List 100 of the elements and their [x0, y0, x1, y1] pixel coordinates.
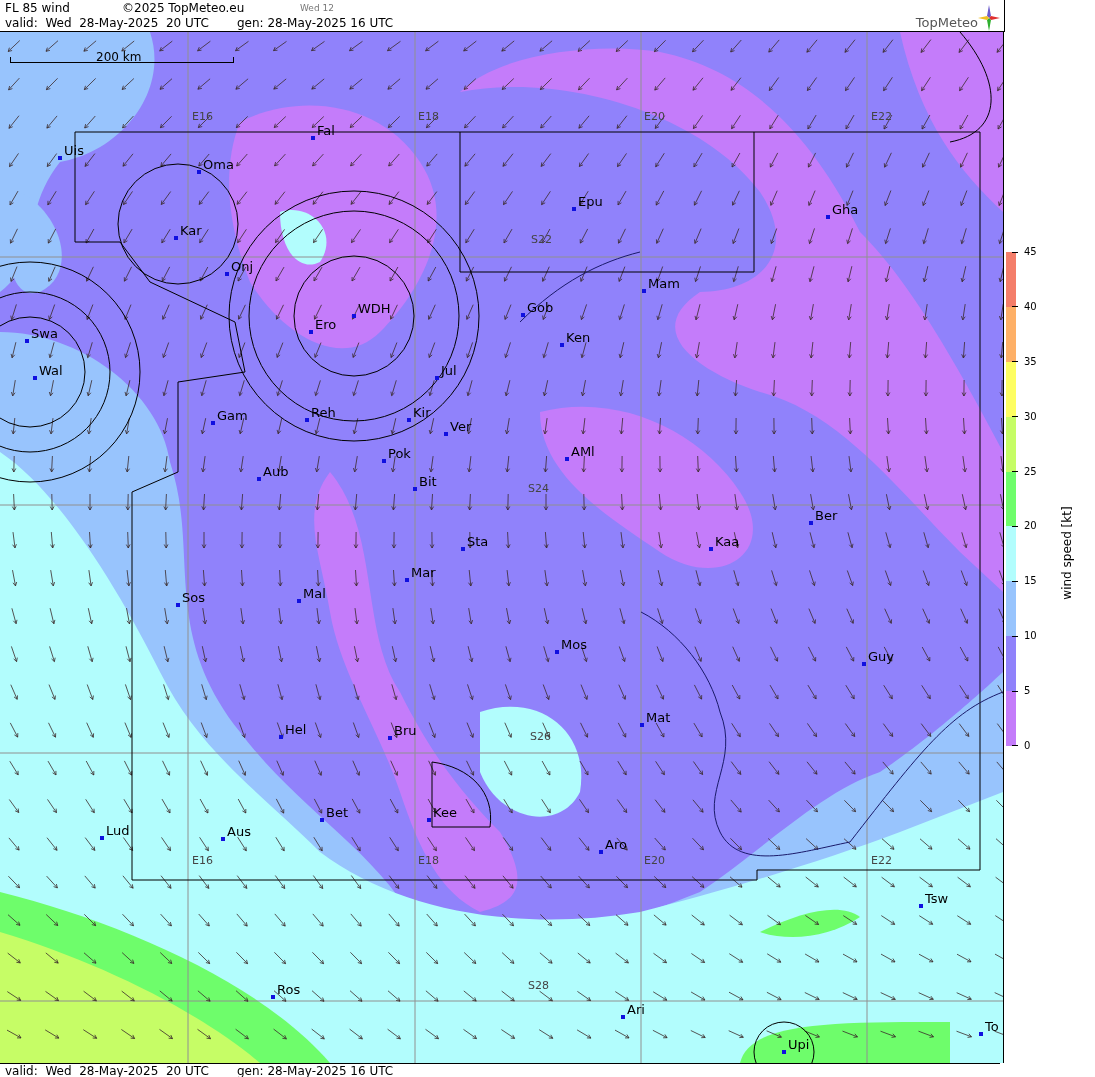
place-label: Kaa	[715, 535, 740, 549]
place-marker	[979, 1032, 983, 1036]
place-label: Kar	[180, 224, 202, 238]
valid-time: valid: Wed 28-May-2025 20 UTC	[5, 15, 210, 30]
place-marker	[435, 376, 439, 380]
place-marker	[405, 578, 409, 582]
place-marker	[211, 421, 215, 425]
place-marker	[640, 723, 644, 727]
place-marker	[407, 418, 411, 422]
place-label: Mam	[648, 277, 680, 291]
place-label: Jul	[441, 364, 457, 378]
generated-time: gen: 28-May-2025 16 UTC	[237, 15, 394, 30]
place-marker	[560, 343, 564, 347]
place-marker	[919, 904, 923, 908]
place-label: Ken	[566, 331, 591, 345]
place-label: Fal	[317, 124, 335, 138]
tick-mark	[1012, 416, 1018, 418]
place-label: Ver	[450, 420, 472, 434]
place-marker	[174, 236, 178, 240]
tick-label: 30	[1024, 410, 1037, 423]
place-marker	[862, 662, 866, 666]
place-label: Sos	[182, 591, 205, 605]
tick-label: 40	[1024, 300, 1037, 313]
tick-label: 45	[1024, 246, 1037, 258]
place-marker	[599, 850, 603, 854]
place-label: Wal	[39, 364, 63, 378]
tick-label: 20	[1024, 520, 1037, 533]
map-title: FL 85 wind	[5, 0, 71, 15]
grid-label: E22	[871, 111, 892, 123]
place-label: Kee	[433, 806, 457, 820]
place-label: Kir	[413, 406, 431, 420]
place-label: Aub	[263, 465, 289, 479]
place-label: Aro	[605, 838, 627, 852]
day-label: Wed 12	[300, 2, 334, 13]
place-marker	[782, 1050, 786, 1054]
place-label: Epu	[578, 195, 603, 209]
place-marker	[197, 170, 201, 174]
place-marker	[58, 156, 62, 160]
place-marker	[826, 215, 830, 219]
tick-mark	[1012, 361, 1018, 363]
place-label: Reh	[311, 406, 336, 420]
place-label: Oma	[203, 158, 234, 172]
place-label: WDH	[358, 302, 391, 316]
place-label: Pok	[388, 447, 411, 461]
place-label: Aus	[227, 825, 251, 839]
tick-label: 10	[1024, 630, 1037, 643]
grid-label: E20	[644, 111, 665, 123]
place-marker	[565, 457, 569, 461]
grid-label: S24	[528, 483, 549, 495]
place-label: Mar	[411, 566, 436, 580]
place-marker	[809, 521, 813, 525]
place-label: Mal	[303, 587, 326, 601]
place-label: Gha	[832, 203, 859, 217]
place-marker	[521, 313, 525, 317]
place-marker	[382, 459, 386, 463]
tick-label: 0	[1024, 739, 1031, 752]
place-label: Ber	[815, 509, 838, 523]
grid-label: E22	[871, 855, 892, 867]
place-marker	[311, 136, 315, 140]
place-label: Swa	[31, 327, 58, 341]
tick-mark	[1012, 580, 1018, 582]
logo-text: TopMeteo	[915, 15, 978, 30]
place-label: Uis	[64, 144, 84, 158]
place-marker	[221, 837, 225, 841]
legend-title: wind speed [kt]	[1059, 506, 1074, 600]
place-marker	[572, 207, 576, 211]
place-label: Bru	[394, 724, 417, 738]
compass-star-icon	[978, 5, 1000, 31]
place-label: Lud	[106, 824, 130, 838]
tick-mark	[1012, 745, 1018, 747]
place-label: Gam	[217, 409, 248, 423]
valid-time: valid: Wed 28-May-2025 20 UTC	[5, 1063, 210, 1077]
place-marker	[444, 432, 448, 436]
place-label: Ros	[277, 983, 301, 997]
place-label: AMl	[571, 445, 595, 459]
grid-label: E18	[418, 855, 439, 867]
tick-label: 5	[1024, 685, 1031, 697]
tick-label: 35	[1024, 355, 1037, 368]
place-label: Sta	[467, 535, 489, 549]
grid-label: E16	[192, 855, 213, 867]
place-marker	[555, 650, 559, 654]
place-marker	[427, 818, 431, 822]
place-label: Ari	[627, 1003, 645, 1017]
tick-mark	[1012, 251, 1018, 253]
grid-label: S28	[528, 980, 549, 992]
place-label: Ero	[315, 318, 337, 332]
scale-label: 200 km	[96, 50, 142, 64]
place-marker	[709, 547, 713, 551]
place-marker	[100, 836, 104, 840]
place-label: Bet	[326, 806, 348, 820]
place-label: Mos	[561, 638, 587, 652]
tick-mark	[1012, 690, 1018, 692]
place-marker	[320, 818, 324, 822]
tick-label: 25	[1024, 465, 1037, 478]
place-label: To	[985, 1020, 999, 1034]
tick-mark	[1012, 306, 1018, 308]
place-marker	[642, 289, 646, 293]
place-label: Guy	[868, 650, 894, 664]
place-label: Mat	[646, 711, 671, 725]
place-marker	[279, 735, 283, 739]
